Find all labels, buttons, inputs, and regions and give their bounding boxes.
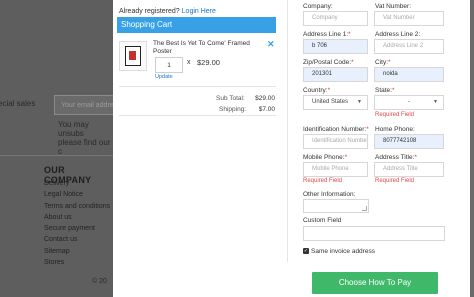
other-info-label: Other Information: xyxy=(303,191,356,198)
vat-input[interactable]: Vat Number xyxy=(374,11,444,26)
vat-label: Vat Number: xyxy=(375,3,412,10)
copyright-text: © 20 xyxy=(92,278,107,285)
choose-how-to-pay-button[interactable]: Choose How To Pay xyxy=(312,272,438,294)
address1-label: Address Line 1:* xyxy=(303,31,351,38)
id-number-input[interactable]: Identification Number xyxy=(303,134,368,149)
close-icon[interactable]: ✕ xyxy=(267,39,275,50)
right-overlay-strip xyxy=(470,0,474,297)
shipping-label: Shipping: xyxy=(219,106,247,113)
quantity-input[interactable]: 1 xyxy=(155,57,183,73)
company-label: Company: xyxy=(303,3,333,10)
custom-field-label: Custom Field xyxy=(303,217,342,224)
mobile-phone-error: Required Field xyxy=(303,178,343,184)
address-title-label: Address Title:* xyxy=(375,154,417,161)
mobile-phone-input[interactable]: Mobile Phone xyxy=(303,162,368,177)
same-invoice-label[interactable]: Same invoice address xyxy=(311,248,375,255)
cart-panel: Already registered? Login Here Shopping … xyxy=(113,0,280,297)
panel-edge xyxy=(287,0,288,262)
id-number-label: Identification Number:* xyxy=(303,126,369,133)
mobile-phone-label: Mobile Phone:* xyxy=(303,154,348,161)
product-name[interactable]: The Best Is Yet To Come' Framed Poster xyxy=(153,40,253,55)
cart-separator xyxy=(119,86,276,87)
footer-link-sitemap: Sitemap xyxy=(44,247,70,255)
address-title-input[interactable]: Address Title xyxy=(374,162,444,177)
footer-link-contact: Contact us xyxy=(44,236,78,244)
address2-label: Address Line 2: xyxy=(375,31,421,38)
product-thumbnail[interactable] xyxy=(119,41,147,71)
other-info-textarea[interactable] xyxy=(303,199,369,213)
state-error: Required Field xyxy=(375,112,415,118)
custom-field-input[interactable] xyxy=(303,226,445,241)
address1-input[interactable]: b 706 xyxy=(303,39,368,54)
cart-separator-bottom xyxy=(119,115,276,116)
country-label: Country:* xyxy=(303,87,331,94)
update-link[interactable]: Update xyxy=(155,74,173,80)
zip-label: Zip/Postal Code:* xyxy=(303,59,354,66)
subtotal-label: Sub Total: xyxy=(216,95,245,102)
address-title-error: Required Field xyxy=(375,178,415,184)
shipping-value: $7.00 xyxy=(258,106,275,113)
state-label: State:* xyxy=(375,87,395,94)
footer-link-secure-payment: Secure payment xyxy=(44,225,95,233)
home-phone-label: Home Phone: xyxy=(375,126,415,133)
country-select[interactable]: United States ▼ xyxy=(303,95,368,110)
footer-divider xyxy=(0,155,113,156)
state-select[interactable]: - ▼ xyxy=(374,95,444,110)
resize-handle-icon[interactable] xyxy=(362,206,367,211)
company-input[interactable]: Company xyxy=(303,11,368,26)
chevron-down-icon: ▼ xyxy=(357,99,362,105)
newsletter-email-input: Your email address xyxy=(54,95,113,115)
shopping-cart-heading: Shopping Cart xyxy=(117,17,276,33)
footer-link-delivery: Delivery xyxy=(44,180,70,187)
background-overlay: ecial sales Your email address You may u… xyxy=(0,0,113,297)
unsubscribe-text: You may unsubs please find our c xyxy=(58,120,111,156)
subtotal-value: $29.00 xyxy=(255,95,275,102)
home-phone-input[interactable]: 8077742108 xyxy=(374,134,444,149)
address2-input[interactable]: Address Line 2 xyxy=(374,39,444,54)
poster-frame-icon xyxy=(125,46,141,66)
zip-input[interactable]: 201301 xyxy=(303,67,368,82)
footer-links: Delivery Legal Notice Terms and conditio… xyxy=(44,178,110,268)
footer-link-legal-notice: Legal Notice xyxy=(44,191,83,199)
city-label: City:* xyxy=(375,59,391,66)
chevron-down-icon: ▼ xyxy=(433,99,438,105)
footer-link-stores: Stores xyxy=(44,259,65,267)
already-registered: Already registered? Login Here xyxy=(119,8,216,15)
item-price: $29.00 xyxy=(197,58,220,67)
special-sales-text: ecial sales xyxy=(0,99,36,108)
login-link[interactable]: Login Here xyxy=(182,8,216,15)
footer-link-terms: Terms and conditions xyxy=(44,202,111,210)
times-sign: x xyxy=(187,59,191,66)
city-input[interactable]: noida xyxy=(374,67,444,82)
same-invoice-checkbox[interactable]: ✓ xyxy=(303,248,309,254)
footer-link-about: About us xyxy=(44,213,72,221)
